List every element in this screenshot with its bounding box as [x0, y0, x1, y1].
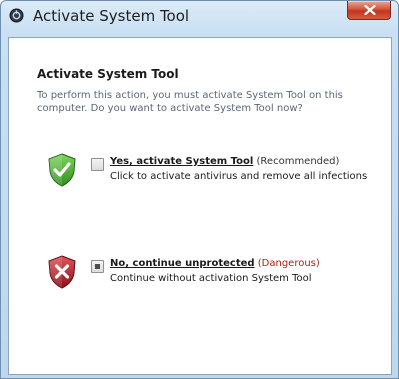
activate-subtext: Click to activate antivirus and remove a…: [110, 171, 368, 182]
continue-subtext: Continue without activation System Tool: [110, 273, 312, 284]
dialog-content: Activate System Tool To perform this act…: [8, 37, 392, 375]
option-activate[interactable]: Yes, activate System Tool (Recommended) …: [47, 153, 387, 197]
option-continue-unprotected[interactable]: No, continue unprotected (Dangerous) Con…: [47, 255, 387, 299]
close-icon: [364, 5, 376, 15]
dialog-window: Activate System Tool Activate System Too…: [0, 0, 399, 379]
window-title: Activate System Tool: [33, 7, 190, 25]
recommended-label: (Recommended): [256, 156, 340, 167]
continue-checkbox[interactable]: [91, 260, 104, 273]
app-icon: [9, 8, 24, 23]
close-button[interactable]: [347, 1, 391, 20]
title-bar[interactable]: Activate System Tool: [1, 1, 398, 33]
continue-unprotected-link[interactable]: No, continue unprotected: [110, 258, 255, 269]
activate-checkbox[interactable]: [91, 158, 104, 171]
dangerous-label: (Dangerous): [257, 258, 320, 269]
green-shield-check-icon: [47, 153, 77, 187]
dialog-description: To perform this action, you must activat…: [37, 90, 343, 114]
activate-link[interactable]: Yes, activate System Tool: [110, 156, 253, 167]
red-shield-x-icon: [47, 255, 77, 289]
dialog-heading: Activate System Tool: [37, 67, 179, 81]
